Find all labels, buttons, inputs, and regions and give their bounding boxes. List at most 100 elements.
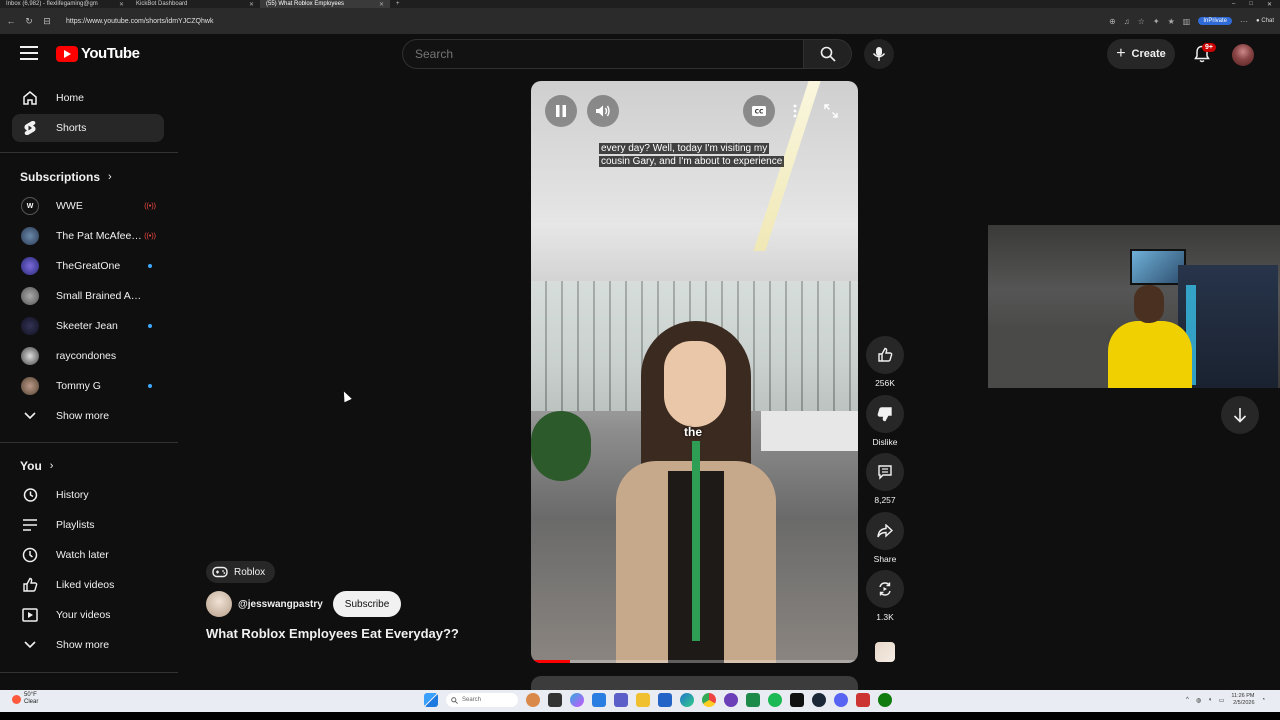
store-icon[interactable] <box>658 693 672 707</box>
menu-icon[interactable]: ⋯ <box>1240 17 1248 26</box>
taskbar-search[interactable]: Search <box>446 693 518 707</box>
game-launcher-icon[interactable] <box>856 693 870 707</box>
sidebar-item-watch-later[interactable]: Watch later <box>12 541 164 569</box>
channel-avatar[interactable] <box>206 591 232 617</box>
zoom-icon[interactable]: ⊕ <box>1109 17 1116 26</box>
read-aloud-icon[interactable]: ♫ <box>1124 17 1130 26</box>
taskbar-clock[interactable]: 11:26 PM 2/5/2026 <box>1231 693 1254 707</box>
channel-name[interactable]: @jesswangpastry <box>238 599 323 610</box>
next-short-preview[interactable] <box>531 676 858 690</box>
account-avatar[interactable] <box>1232 44 1254 66</box>
remix-button[interactable] <box>866 570 904 608</box>
address-bar[interactable]: https://www.youtube.com/shorts/idmYJCZQh… <box>60 14 1101 28</box>
pause-button[interactable] <box>545 95 577 127</box>
video-progress-bar[interactable] <box>531 660 858 663</box>
windows-start-icon[interactable] <box>424 693 438 707</box>
weather-widget[interactable]: 50°F Clear <box>12 692 38 706</box>
you-header[interactable]: You › <box>20 459 53 473</box>
character-app-icon[interactable] <box>526 693 540 707</box>
next-video-button[interactable] <box>1221 396 1259 434</box>
task-view-icon[interactable] <box>548 693 562 707</box>
sidebar-item-shorts[interactable]: Shorts <box>12 114 164 142</box>
chevron-up-icon[interactable]: ^ <box>1186 697 1189 703</box>
obs-icon[interactable] <box>724 693 738 707</box>
browser-tab-youtube[interactable]: (55) What Roblox Employees ✕ <box>260 0 390 8</box>
video-title[interactable]: What Roblox Employees Eat Everyday?? <box>206 626 459 641</box>
chip-label: Roblox <box>234 566 266 578</box>
extensions-icon[interactable]: ✦ <box>1153 17 1160 26</box>
comments-button[interactable] <box>866 453 904 491</box>
youtube-logo[interactable]: YouTube <box>56 45 140 62</box>
subscriptions-header[interactable]: Subscriptions › <box>20 170 112 184</box>
menu-hamburger-icon[interactable] <box>20 46 38 60</box>
favorite-icon[interactable]: ☆ <box>1138 17 1145 26</box>
sidebar-subscription-skeeter-jean[interactable]: Skeeter Jean <box>12 312 164 340</box>
share-button[interactable] <box>866 512 904 550</box>
captions-button[interactable]: CC <box>743 95 775 127</box>
create-button[interactable]: + Create <box>1107 39 1175 69</box>
edge-icon[interactable] <box>680 693 694 707</box>
volume-button[interactable] <box>587 95 619 127</box>
more-options-button[interactable] <box>779 95 811 127</box>
search-input[interactable] <box>402 39 804 69</box>
sidebar-item-home[interactable]: Home <box>12 84 164 112</box>
close-tab-icon[interactable]: ✕ <box>249 1 254 8</box>
back-icon[interactable]: ← <box>6 16 16 26</box>
excel-icon[interactable] <box>746 693 760 707</box>
file-explorer-icon[interactable] <box>636 693 650 707</box>
steam-icon[interactable] <box>812 693 826 707</box>
sound-channel-thumbnail[interactable] <box>875 642 895 662</box>
chrome-icon[interactable] <box>702 693 716 707</box>
teams-icon[interactable] <box>614 693 628 707</box>
refresh-icon[interactable]: ↻ <box>24 16 34 27</box>
browser-tab-gmail[interactable]: Inbox (6,982) - flexlifegaming@gm ✕ <box>0 0 130 8</box>
sidebar-item-liked-videos[interactable]: Liked videos <box>12 571 164 599</box>
sidebar-subscription-wwe[interactable]: W WWE ((•)) <box>12 192 164 220</box>
notification-center-icon[interactable]: ◔ <box>1262 697 1266 703</box>
arrow-down-icon <box>1233 408 1247 423</box>
capcut-icon[interactable] <box>790 693 804 707</box>
copilot-chat-button[interactable]: ● Chat <box>1256 18 1274 24</box>
collections-icon[interactable]: ★ <box>1168 17 1175 26</box>
close-window-icon[interactable]: ✕ <box>1267 1 1272 8</box>
network-icon[interactable]: ◍ <box>1196 697 1201 704</box>
clock-date: 2/5/2026 <box>1233 700 1255 706</box>
sidebar-item-your-videos[interactable]: Your videos <box>12 601 164 629</box>
subscribe-button[interactable]: Subscribe <box>332 591 402 617</box>
split-screen-icon[interactable]: ▥ <box>1183 17 1191 26</box>
close-tab-icon[interactable]: ✕ <box>119 1 124 8</box>
sidebar-show-more-subscriptions[interactable]: Show more <box>12 402 164 430</box>
sidebar-subscription-pat-mcafee[interactable]: The Pat McAfee ... ((•)) <box>12 222 164 250</box>
sidebar-divider <box>0 442 178 443</box>
shorts-video-player[interactable]: CC every day? Well, today I'm visiting m… <box>531 81 858 663</box>
browser-tab-kickbot[interactable]: KickBot Dashboard ✕ <box>130 0 260 8</box>
speaker-icon[interactable]: ◖ <box>1208 697 1212 703</box>
sidebar-item-history[interactable]: History <box>12 481 164 509</box>
search-button[interactable] <box>804 39 852 69</box>
sidebar-subscription-tommy-g[interactable]: Tommy G <box>12 372 164 400</box>
sidebar-item-playlists[interactable]: Playlists <box>12 511 164 539</box>
new-tab-icon[interactable]: + <box>390 1 406 7</box>
copilot-icon[interactable] <box>570 693 584 707</box>
sidebar-item-label: Your videos <box>56 609 111 621</box>
dislike-button[interactable] <box>866 395 904 433</box>
sidebar-subscription-raycondones[interactable]: raycondones <box>12 342 164 370</box>
maximize-icon[interactable]: □ <box>1249 1 1253 8</box>
discord-icon[interactable] <box>834 693 848 707</box>
battery-icon[interactable]: ▭ <box>1219 697 1225 704</box>
sidebar-show-more-you[interactable]: Show more <box>12 631 164 659</box>
sidebar-subscription-thegreatone[interactable]: TheGreatOne <box>12 252 164 280</box>
inprivate-badge[interactable]: InPrivate <box>1198 17 1233 25</box>
close-tab-icon[interactable]: ✕ <box>379 1 384 8</box>
widgets-icon[interactable] <box>592 693 606 707</box>
like-button[interactable] <box>866 336 904 374</box>
fullscreen-button[interactable] <box>815 95 847 127</box>
taskbar-search-label: Search <box>462 697 482 703</box>
voice-search-button[interactable] <box>864 39 894 69</box>
sidebar-subscription-small-brained[interactable]: Small Brained Ame... <box>12 282 164 310</box>
topic-chip-roblox[interactable]: Roblox <box>206 561 276 583</box>
minimize-icon[interactable]: – <box>1232 1 1235 8</box>
site-info-icon[interactable]: ⊟ <box>42 16 52 27</box>
xbox-icon[interactable] <box>878 693 892 707</box>
spotify-icon[interactable] <box>768 693 782 707</box>
